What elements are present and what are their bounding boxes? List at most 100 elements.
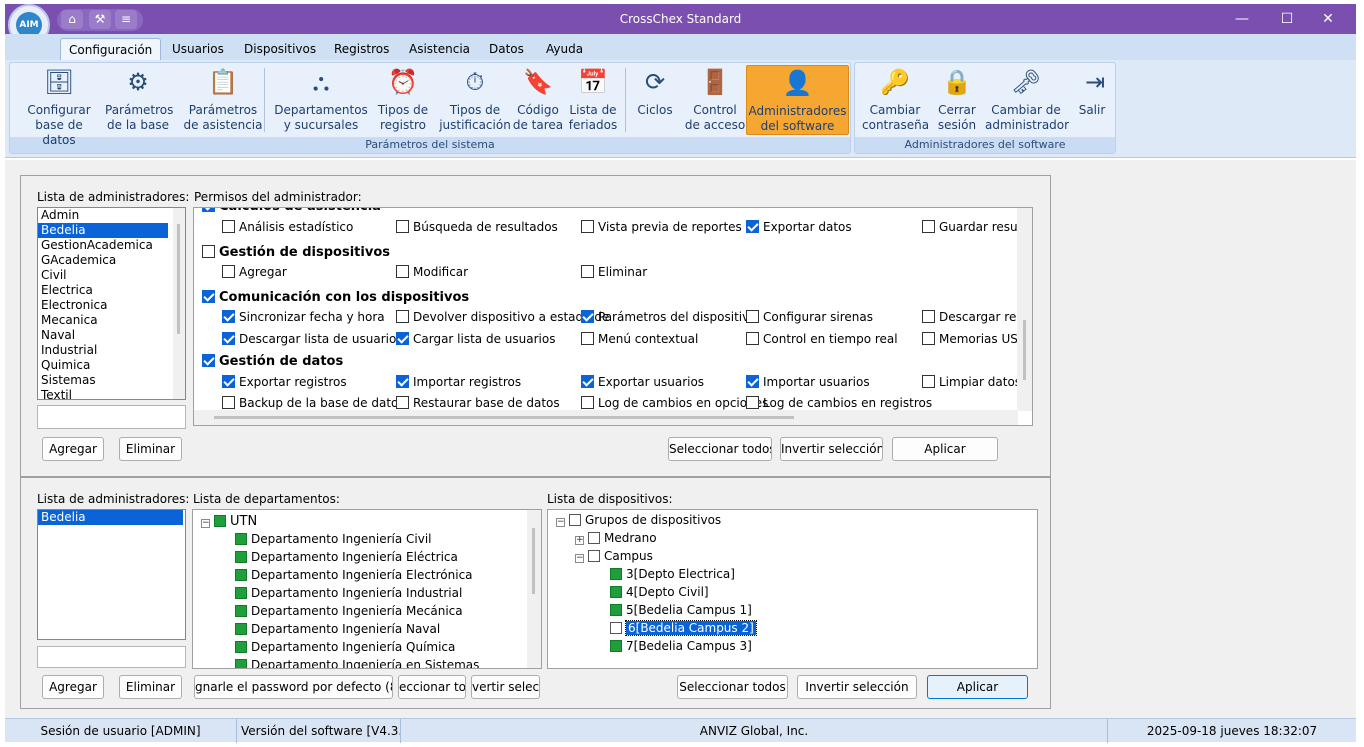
permission-checkbox[interactable]: Configurar sirenas [746, 310, 873, 324]
admin-list-item[interactable]: Bedelia [38, 510, 183, 525]
permission-section[interactable]: Gestión de dispositivos [202, 245, 390, 260]
checkbox-icon[interactable] [588, 550, 600, 562]
green-checkbox-icon[interactable] [235, 569, 247, 581]
permissions-hscroll[interactable] [194, 410, 1018, 425]
tab-asistencia[interactable]: Asistencia [401, 38, 478, 62]
checkbox-icon[interactable] [222, 332, 235, 345]
collapse-icon[interactable]: − [201, 519, 210, 528]
checkbox-icon[interactable] [202, 354, 215, 367]
add-admin-button[interactable]: Agregar [42, 437, 104, 461]
collapse-icon[interactable]: − [556, 518, 565, 527]
checkbox-icon[interactable] [746, 396, 759, 409]
tree-node-department[interactable]: Departamento Ingeniería Electrónica [235, 567, 473, 583]
admin-list-item[interactable]: Industrial [38, 343, 168, 358]
checkbox-icon[interactable] [581, 310, 594, 323]
green-checkbox-icon[interactable] [214, 515, 226, 527]
ribbon-button-task-code[interactable]: 🔖 Código de tarea [512, 65, 564, 135]
admin-list-item[interactable]: Civil [38, 268, 168, 283]
permissions-vscroll[interactable] [1017, 208, 1032, 411]
admins-scrollbar[interactable] [173, 208, 185, 399]
bottom-apply-button[interactable]: Aplicar [927, 675, 1028, 699]
permission-checkbox[interactable]: Devolver dispositivo a estado de [396, 310, 609, 324]
admin-list-item[interactable]: Sistemas [38, 373, 168, 388]
checkbox-icon[interactable] [222, 310, 235, 323]
green-checkbox-icon[interactable] [235, 659, 247, 668]
checkbox-icon[interactable] [581, 332, 594, 345]
close-icon[interactable]: ✕ [1313, 10, 1343, 28]
permission-section[interactable]: Comunicación con los dispositivos [202, 290, 469, 305]
permission-checkbox[interactable]: Cargar lista de usuarios [396, 332, 555, 346]
permission-checkbox[interactable]: Exportar registros [222, 375, 347, 389]
ribbon-button-lock-user[interactable]: 🔒 Cerrar sesión [933, 65, 981, 135]
tree-node-department[interactable]: Departamento Ingeniería Civil [235, 531, 432, 547]
permission-checkbox[interactable]: Log de cambios en opciones [581, 396, 768, 410]
select-all-devices-button[interactable]: Seleccionar todos [677, 675, 788, 699]
ribbon-button-calendar[interactable]: 📅 Lista de feriados [567, 65, 619, 135]
ribbon-button-cycles[interactable]: ⟳ Ciclos [633, 65, 677, 135]
green-checkbox-icon[interactable] [235, 551, 247, 563]
checkbox-icon[interactable] [746, 220, 759, 233]
bottom-admin-input[interactable] [37, 646, 186, 668]
tree-node-group[interactable]: − Campus [575, 548, 653, 564]
green-checkbox-icon[interactable] [235, 641, 247, 653]
permission-checkbox[interactable]: Análisis estadístico [222, 220, 353, 234]
checkbox-icon[interactable] [922, 310, 935, 323]
permission-checkbox[interactable]: Eliminar [581, 265, 647, 279]
invert-depts-button[interactable]: vertir selecci [471, 675, 540, 699]
admin-list-item[interactable]: GAcademica [38, 253, 168, 268]
tree-node-root[interactable]: − UTN [201, 513, 257, 529]
checkbox-icon[interactable] [610, 640, 622, 652]
checkbox-icon[interactable] [202, 208, 215, 212]
checkbox-icon[interactable] [922, 332, 935, 345]
tree-node-department[interactable]: Departamento Ingeniería Mecánica [235, 603, 463, 619]
departments-tree[interactable]: − UTN Departamento Ingeniería Civil Departa… [192, 509, 542, 669]
tab-configuracion[interactable]: Configuración [60, 38, 162, 62]
ribbon-button-key[interactable]: 🔑 Cambiar contraseña [862, 65, 929, 135]
scroll-thumb[interactable] [177, 224, 180, 334]
permission-checkbox[interactable]: Vista previa de reportes [581, 220, 742, 234]
select-all-button[interactable]: Seleccionar todos [668, 437, 772, 461]
tree-node-department[interactable]: Departamento Ingeniería Eléctrica [235, 549, 458, 565]
ribbon-button-base-params[interactable]: ⚙ Parámetros de la base [105, 65, 173, 135]
permission-section[interactable]: Cálculos de asistencia [202, 208, 381, 214]
tree-node-device[interactable]: 4[Depto Civil] [610, 584, 709, 600]
green-checkbox-icon[interactable] [235, 587, 247, 599]
bottom-admins-listbox[interactable]: Bedelia [37, 509, 186, 640]
checkbox-icon[interactable] [396, 265, 409, 278]
checkbox-icon[interactable] [569, 514, 581, 526]
checkbox-icon[interactable] [746, 332, 759, 345]
checkbox-icon[interactable] [222, 220, 235, 233]
tab-usuarios[interactable]: Usuarios [164, 38, 232, 62]
ribbon-button-user-key[interactable]: 🗝 Cambiar de administrador [985, 65, 1069, 135]
permission-section[interactable]: Gestión de datos [202, 354, 343, 369]
checkbox-icon[interactable] [581, 396, 594, 409]
delete-admin-button[interactable]: Eliminar [119, 437, 182, 461]
tree-node-department[interactable]: Departamento Ingeniería en Sistemas [235, 657, 479, 668]
permission-checkbox[interactable]: Memorias USB [922, 332, 1018, 346]
tree-node-device[interactable]: 3[Depto Electrica] [610, 566, 735, 582]
admin-list-item[interactable]: Textil [38, 388, 168, 399]
ribbon-button-attendance-params[interactable]: 📋 Parámetros de asistencia [181, 65, 265, 135]
assign-default-password-button[interactable]: gnarle el password por defecto (8888 [194, 675, 393, 699]
tree-node-department[interactable]: Departamento Ingeniería Industrial [235, 585, 462, 601]
admin-list-item[interactable]: Electronica [38, 298, 168, 313]
tab-ayuda[interactable]: Ayuda [538, 38, 591, 62]
checkbox-icon[interactable] [922, 375, 935, 388]
tree-node-group[interactable]: + Medrano [575, 530, 657, 546]
ribbon-button-exit[interactable]: ⇥ Salir [1077, 65, 1107, 135]
tree-node-device[interactable]: 6[Bedelia Campus 2] [610, 620, 757, 636]
permission-checkbox[interactable]: Descargar regis [922, 310, 1018, 324]
checkbox-icon[interactable] [610, 622, 622, 634]
permission-checkbox[interactable]: Guardar resulta [922, 220, 1018, 234]
checkbox-icon[interactable] [396, 332, 409, 345]
admin-list-item[interactable]: Mecanica [38, 313, 168, 328]
tab-dispositivos[interactable]: Dispositivos [236, 38, 324, 62]
permission-checkbox[interactable]: Agregar [222, 265, 287, 279]
ribbon-button-clock-settings[interactable]: ⏱ Tipos de justificación [433, 65, 517, 135]
admin-list-item[interactable]: Bedelia [38, 223, 168, 238]
minimize-icon[interactable]: — [1227, 10, 1257, 28]
invert-devices-button[interactable]: Invertir selección [797, 675, 917, 699]
tab-registros[interactable]: Registros [326, 38, 397, 62]
select-all-depts-button[interactable]: eccionar toc [398, 675, 466, 699]
permission-checkbox[interactable]: Control en tiempo real [746, 332, 898, 346]
